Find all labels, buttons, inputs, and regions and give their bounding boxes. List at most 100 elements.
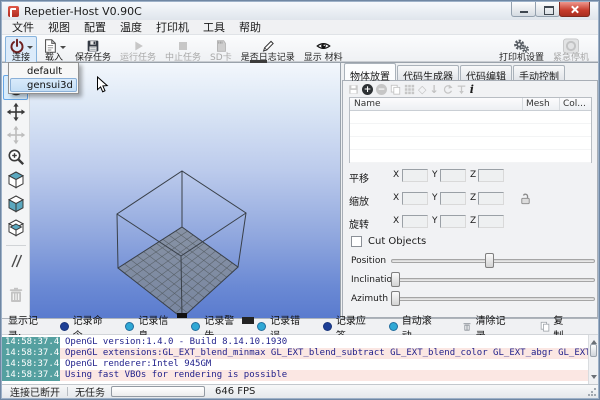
log-message: OpenGL extensions:GL_EXT_blend_minmax GL…	[60, 348, 598, 359]
parallel-projection-button[interactable]	[6, 251, 26, 271]
status-bar: 连接已断开 无任务 646 FPS	[2, 384, 598, 398]
right-panel-tabs: 物体放置 代码生成器 代码编辑 手动控制	[342, 63, 566, 80]
add-object-button[interactable]: +	[362, 84, 373, 95]
connect-button[interactable]: 连接	[5, 36, 37, 64]
translate-x-input[interactable]	[402, 169, 428, 182]
splitter-grip-bottom[interactable]	[242, 317, 254, 324]
move-object-button	[6, 125, 26, 145]
isometric-view-button[interactable]	[6, 170, 26, 190]
move-view-button[interactable]	[6, 102, 26, 122]
position-slider-thumb[interactable]	[485, 253, 494, 268]
azimuth-slider-track[interactable]	[391, 297, 595, 301]
toggle-log-button[interactable]: 是否日志记录	[237, 36, 299, 64]
right-panel: 物体放置 代码生成器 代码编辑 手动控制 + − ◇ ↓	[340, 62, 598, 318]
emergency-stop-button: 紧急停机	[549, 36, 593, 64]
autoscroll-indicator-icon	[389, 322, 398, 331]
tab-gcode-generator[interactable]: 代码生成器	[397, 65, 459, 80]
rotate-z-input[interactable]	[478, 215, 504, 228]
axis-y-label: Y	[432, 170, 438, 180]
scroll-down-icon[interactable]	[591, 375, 597, 382]
scrollbar-thumb[interactable]	[590, 344, 597, 357]
tab-manual-control[interactable]: 手动控制	[513, 65, 565, 80]
rotate-y-input[interactable]	[440, 215, 466, 228]
cut-objects-label: Cut Objects	[368, 236, 426, 247]
azimuth-label: Azimuth	[351, 294, 388, 304]
scroll-up-icon[interactable]	[591, 337, 597, 344]
object-placement-panel: + − ◇ ↓ i Name	[342, 80, 598, 318]
menu-item-tools[interactable]: 工具	[196, 20, 232, 35]
log-toolbar: 显示记录: 记录命令 记录信息 记录警告 记录错误 记录应答 自动滚动	[2, 318, 598, 335]
cut-objects-checkbox[interactable]	[351, 236, 362, 247]
axis-x-label: X	[393, 193, 399, 203]
dropdown-item-gensui3d[interactable]: gensui3d	[10, 78, 77, 92]
menu-item-printer[interactable]: 打印机	[149, 20, 196, 35]
menu-bar: 文件 视图 配置 温度 打印机 工具 帮助	[2, 20, 598, 35]
trash-small-icon	[462, 321, 473, 332]
remove-object-button: −	[376, 84, 387, 95]
log-scrollbar[interactable]	[588, 335, 598, 384]
viewport-3d[interactable]	[30, 62, 340, 318]
zoom-view-button[interactable]	[6, 147, 26, 167]
rotate-x-input[interactable]	[402, 215, 428, 228]
app-window: Repetier-Host V0.90C 文件 视图 配置 温度 打印机 工具 …	[0, 0, 600, 400]
play-icon	[130, 38, 146, 54]
resize-grip[interactable]	[587, 387, 597, 397]
axis-z-label: Z	[470, 216, 476, 226]
app-icon	[8, 6, 19, 17]
log-line: 14:58:37.415 OpenGL renderer:Intel 945GM	[2, 359, 598, 370]
load-file-icon	[42, 38, 58, 54]
menu-item-file[interactable]: 文件	[5, 20, 41, 35]
window-controls	[512, 2, 590, 17]
table-row	[350, 124, 591, 137]
scale-y-input[interactable]	[440, 192, 466, 205]
splitter-grip-top[interactable]	[250, 60, 267, 63]
log-line: 14:58:37.415 OpenGL extensions:GL_EXT_bl…	[2, 348, 598, 359]
object-table-header: Name Mesh Col...	[350, 98, 591, 111]
magnifier-icon	[6, 147, 26, 167]
emergency-stop-icon	[561, 38, 581, 54]
rotate-label: 旋转	[349, 216, 369, 231]
inclination-slider-track[interactable]	[391, 278, 595, 282]
sd-card-icon	[213, 38, 229, 54]
save-job-button[interactable]: 保存任务	[71, 36, 115, 64]
axis-y-label: Y	[432, 216, 438, 226]
cut-objects-row: Cut Objects	[351, 236, 426, 247]
scale-x-input[interactable]	[402, 192, 428, 205]
inclination-slider-thumb[interactable]	[391, 272, 400, 287]
stop-icon	[175, 38, 191, 54]
translate-z-input[interactable]	[478, 169, 504, 182]
azimuth-slider-thumb[interactable]	[391, 291, 400, 306]
position-label: Position	[351, 256, 386, 266]
close-button[interactable]	[559, 2, 590, 17]
object-list-table[interactable]: Name Mesh Col...	[349, 97, 592, 163]
task-status: 无任务	[75, 384, 105, 399]
menu-item-view[interactable]: 视图	[41, 20, 77, 35]
menu-item-help[interactable]: 帮助	[232, 20, 268, 35]
move-icon	[6, 102, 26, 122]
minimize-button[interactable]	[511, 2, 536, 17]
log-output[interactable]: 14:58:37.415 OpenGL version:1.4.0 - Buil…	[2, 335, 598, 384]
front-view-button[interactable]	[6, 194, 26, 214]
top-view-button[interactable]	[6, 218, 26, 238]
tab-gcode-editor[interactable]: 代码编辑	[460, 65, 512, 80]
translate-y-input[interactable]	[440, 169, 466, 182]
scale-z-input[interactable]	[478, 192, 504, 205]
log-timestamp: 14:58:37.415	[2, 359, 60, 370]
copy-object-button	[390, 84, 401, 95]
menu-item-config[interactable]: 配置	[77, 20, 113, 35]
printer-settings-button[interactable]: 打印机设置	[495, 36, 548, 64]
tab-object-placement[interactable]: 物体放置	[344, 63, 396, 80]
show-filament-button[interactable]: 显示 材料	[300, 36, 347, 64]
trash-icon	[6, 285, 26, 305]
object-info-button[interactable]: i	[470, 84, 474, 95]
load-button[interactable]: 载入	[38, 36, 70, 64]
dropdown-item-default[interactable]: default	[10, 64, 77, 78]
inclination-slider-row: Inclination	[351, 272, 595, 288]
maximize-button[interactable]	[535, 2, 560, 17]
connection-status: 连接已断开	[10, 384, 60, 399]
menu-item-temperature[interactable]: 温度	[113, 20, 149, 35]
log-timestamp: 14:58:37.415	[2, 348, 60, 359]
title-bar[interactable]: Repetier-Host V0.90C	[2, 2, 598, 20]
unlock-scale-icon[interactable]	[519, 192, 532, 205]
axis-x-label: X	[393, 216, 399, 226]
